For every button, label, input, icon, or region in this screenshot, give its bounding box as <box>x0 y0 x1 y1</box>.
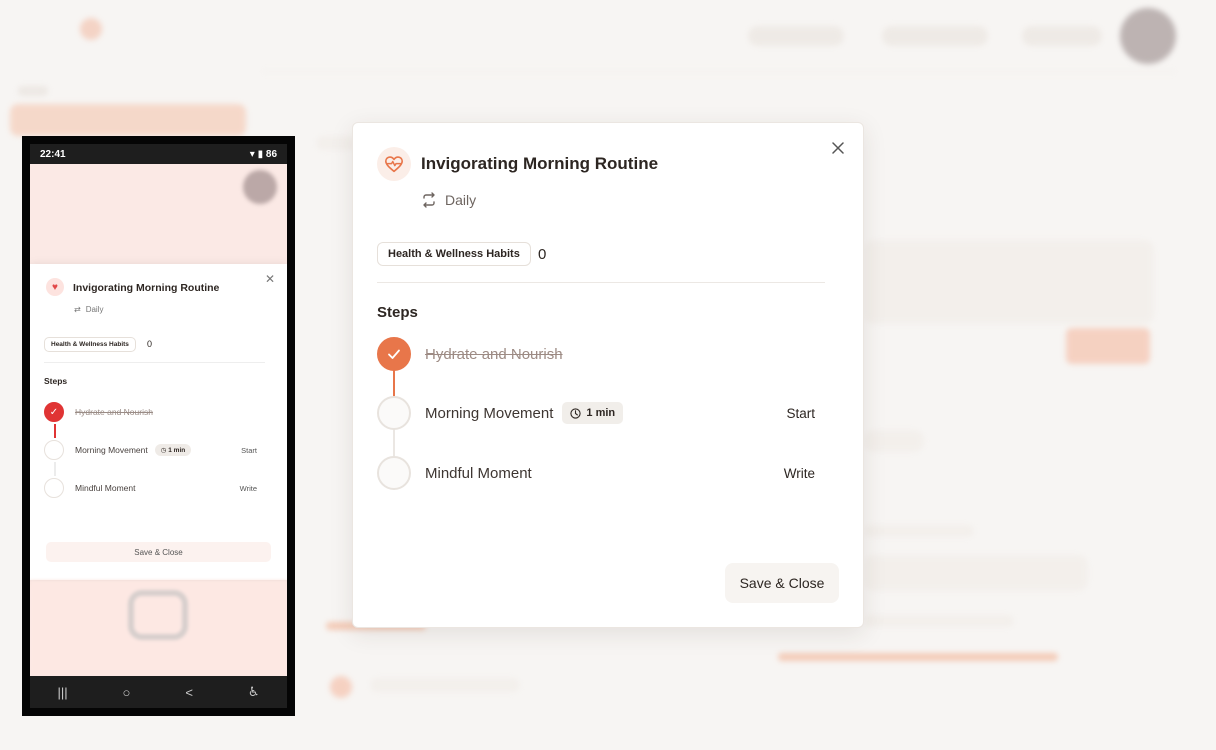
phone-status-time: 22:41 <box>40 148 66 160</box>
phone-screen: 22:41 ▾ ▮ 86 ✕ ♥ Invigorating Morning Ro… <box>30 144 287 676</box>
phone-status-bar: 22:41 ▾ ▮ 86 <box>30 144 287 164</box>
step-checkbox[interactable] <box>377 337 411 371</box>
app-logo <box>80 18 102 40</box>
app-topbar <box>262 0 1176 72</box>
phone-status-icons: ▾ ▮ 86 <box>249 148 277 160</box>
save-close-button[interactable]: Save & Close <box>725 563 839 603</box>
phone-category-tag: Health & Wellness Habits <box>44 337 136 352</box>
phone-nav-home[interactable]: ○ <box>123 685 131 700</box>
step-row: Hydrate and Nourish <box>377 337 841 371</box>
phone-step-write-button[interactable]: Write <box>240 484 257 493</box>
phone-frequency-label: Daily <box>85 305 104 314</box>
habit-title: Invigorating Morning Routine <box>421 154 659 173</box>
phone-heart-pulse-icon: ♥ <box>46 278 64 296</box>
heart-pulse-icon <box>385 156 403 173</box>
step-write-button[interactable]: Write <box>784 466 815 481</box>
step-row: Mindful Moment Write <box>377 456 841 490</box>
phone-step-connector <box>54 462 56 476</box>
phone-step-label: Morning Movement <box>75 445 148 455</box>
phone-step-connector <box>54 424 56 438</box>
step-connector <box>393 369 395 397</box>
clock-icon <box>570 407 582 419</box>
phone-step-label: Mindful Moment <box>75 483 136 493</box>
phone-nav-back[interactable]: < <box>185 685 193 700</box>
time-badge-label: 1 min <box>586 407 616 419</box>
phone-app-header <box>30 164 287 264</box>
phone-step-row: ✓ Hydrate and Nourish <box>44 402 257 422</box>
step-label: Hydrate and Nourish <box>425 345 563 363</box>
phone-nav-recent[interactable]: ||| <box>57 685 67 700</box>
phone-step-checkbox[interactable] <box>44 440 64 460</box>
frequency-label: Daily <box>445 192 477 208</box>
repeat-icon <box>423 192 435 208</box>
phone-steps-heading: Steps <box>44 376 68 386</box>
phone-bg-content <box>30 580 287 676</box>
phone-habit-title: Invigorating Morning Routine <box>73 282 220 294</box>
step-label: Mindful Moment <box>425 464 532 482</box>
phone-nav-bar: ||| ○ < ♿ <box>30 676 287 708</box>
category-tag: Health & Wellness Habits <box>377 242 531 266</box>
habit-icon <box>377 147 411 181</box>
step-connector <box>393 429 395 457</box>
avatar <box>1120 8 1176 64</box>
habit-detail-modal: Invigorating Morning Routine Daily Healt… <box>352 122 864 628</box>
phone-nav-accessibility[interactable]: ♿ <box>248 684 260 700</box>
steps-heading: Steps <box>377 304 418 321</box>
check-icon <box>388 349 400 359</box>
sidebar-item-active <box>10 104 246 136</box>
step-checkbox[interactable] <box>377 396 411 430</box>
phone-step-label: Hydrate and Nourish <box>75 407 153 417</box>
phone-close-icon[interactable]: ✕ <box>265 272 275 286</box>
phone-step-start-button[interactable]: Start <box>241 446 257 455</box>
close-button[interactable] <box>829 139 847 157</box>
step-checkbox[interactable] <box>377 456 411 490</box>
step-label: Morning Movement <box>425 404 554 422</box>
phone-step-checkbox[interactable] <box>44 478 64 498</box>
step-row: Morning Movement 1 min Start <box>377 396 841 430</box>
phone-step-row: Mindful Moment Write <box>44 478 257 498</box>
step-start-button[interactable]: Start <box>786 406 815 421</box>
phone-clock-icon: ◷ <box>160 447 167 454</box>
habit-frequency: Daily <box>421 192 476 208</box>
time-badge: 1 min <box>562 402 624 424</box>
phone-divider <box>44 362 265 363</box>
habit-count: 0 <box>538 246 547 263</box>
divider <box>377 282 825 283</box>
phone-step-row: Morning Movement ◷ 1 min Start <box>44 440 257 460</box>
phone-time-badge: ◷ 1 min <box>154 444 192 456</box>
phone-habit-sheet: ✕ ♥ Invigorating Morning Routine ⇄ Daily… <box>30 264 287 580</box>
phone-count: 0 <box>147 339 153 349</box>
phone-mockup: 22:41 ▾ ▮ 86 ✕ ♥ Invigorating Morning Ro… <box>22 136 295 716</box>
close-icon <box>832 142 844 154</box>
phone-repeat-icon: ⇄ <box>74 305 81 314</box>
phone-frequency: ⇄ Daily <box>74 305 103 314</box>
phone-check-icon[interactable]: ✓ <box>44 402 64 422</box>
phone-save-close-button[interactable]: Save & Close <box>46 542 271 562</box>
